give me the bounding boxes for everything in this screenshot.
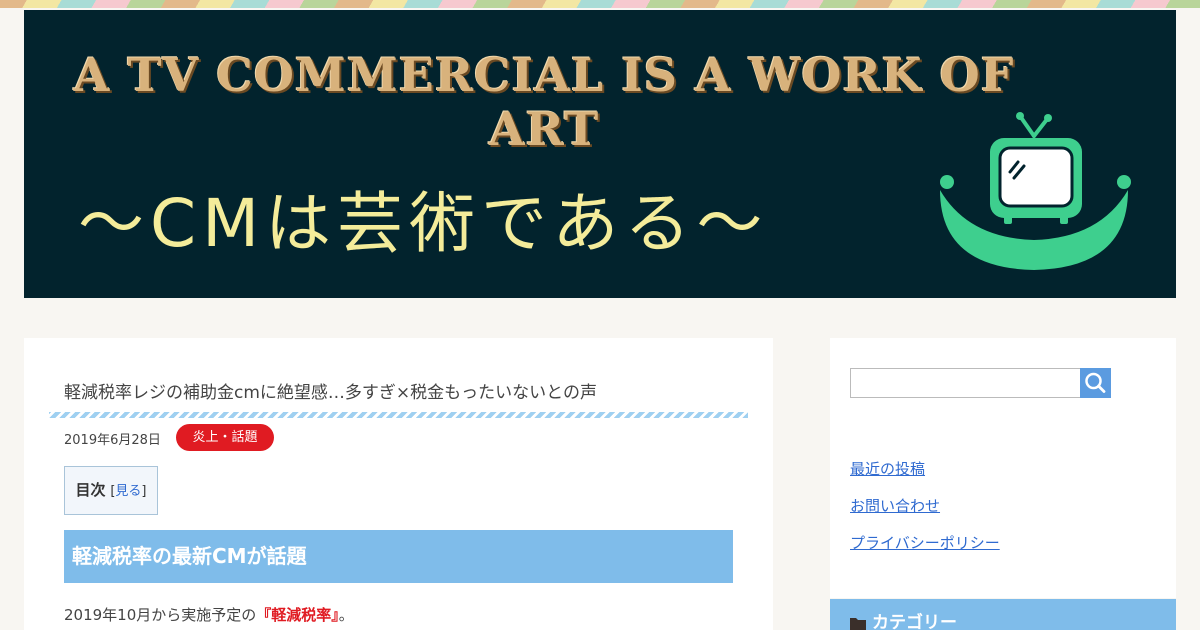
sidebar-link-recent-posts[interactable]: 最近の投稿 — [850, 458, 925, 479]
toc-bracket-close: ] — [141, 484, 147, 499]
search-input[interactable] — [850, 368, 1082, 398]
table-of-contents: 目次 [見る] — [64, 466, 158, 515]
banner-subtitle: ～CMは芸術である～ — [78, 185, 769, 262]
body-text-suffix: 。 — [338, 606, 354, 624]
category-badge[interactable]: 炎上・話題 — [176, 424, 274, 451]
decorative-top-stripe — [0, 0, 1200, 8]
body-highlight: 『軽減税率』 — [256, 606, 339, 624]
toc-toggle-link[interactable]: 見る — [115, 484, 141, 499]
sidebar-link-contact[interactable]: お問い合わせ — [850, 495, 940, 516]
sidebar-category-header: カテゴリー — [830, 599, 1176, 630]
banner-title: A TV COMMERCIAL IS A WORK OF ART — [73, 48, 1015, 156]
toc-title: 目次 — [75, 481, 106, 499]
search-button[interactable] — [1080, 368, 1111, 398]
category-header-label: カテゴリー — [872, 613, 957, 630]
post-date: 2019年6月28日 — [64, 433, 161, 448]
folder-icon — [850, 618, 866, 630]
sidebar-card: 最近の投稿 お問い合わせ プライバシーポリシー — [830, 338, 1176, 598]
tv-logo-icon — [940, 112, 1131, 270]
search-icon — [1085, 372, 1106, 393]
section-heading: 軽減税率の最新CMが話題 — [64, 530, 733, 583]
title-divider — [49, 412, 748, 418]
sidebar-link-privacy-policy[interactable]: プライバシーポリシー — [850, 532, 1000, 553]
site-header-banner[interactable]: A TV COMMERCIAL IS A WORK OF ART ～CMは芸術で… — [24, 10, 1176, 298]
toc-toggle-wrapper: [見る] — [110, 484, 146, 499]
article-card: 軽減税率レジの補助金cmに絶望感…多すぎ×税金もったいないとの声 2019年6月… — [24, 338, 773, 630]
article-title: 軽減税率レジの補助金cmに絶望感…多すぎ×税金もったいないとの声 — [64, 383, 597, 403]
article-body-text: 2019年10月から実施予定の『軽減税率』。 — [64, 604, 354, 625]
body-text-prefix: 2019年10月から実施予定の — [64, 606, 257, 624]
